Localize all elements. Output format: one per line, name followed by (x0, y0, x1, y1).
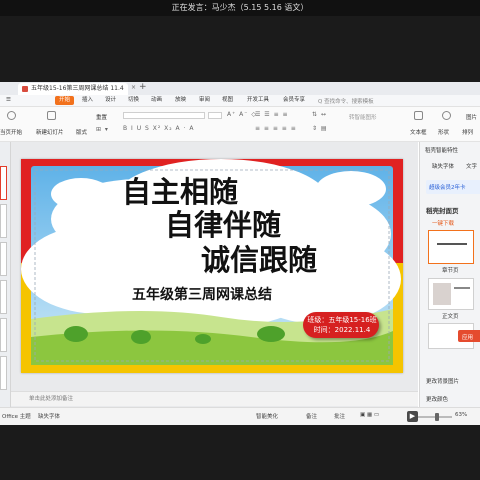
slide-thumbnail[interactable] (0, 166, 7, 200)
class-date-badge[interactable]: 班级：五年级15-16班 时间：2022.11.4 (303, 312, 379, 338)
presentation-file-icon (22, 85, 28, 92)
panel-header: 稻壳智能特性 (425, 148, 459, 154)
new-tab-icon[interactable]: + (139, 82, 147, 92)
slideshow-play-icon[interactable]: ▶ (407, 411, 418, 422)
slide-subtitle[interactable]: 五年级第三周网课总结 (132, 284, 272, 304)
arrange-button[interactable]: 排列 (462, 128, 473, 136)
theme-name: Office 主题 (2, 414, 31, 420)
play-from-current-label[interactable]: 当页开始 (0, 128, 22, 136)
view-mode-icons[interactable]: ▣ ▦ ▭ (360, 412, 379, 418)
apply-button[interactable]: 应用 (458, 330, 480, 342)
font-size-buttons-icon[interactable]: A⁺ A⁻ ◇ (227, 111, 257, 118)
slide-title-line-3[interactable]: 诚信跟随 (201, 237, 317, 279)
shape-icon[interactable] (442, 111, 451, 120)
font-family-select[interactable] (123, 112, 205, 119)
slide-thumbnail[interactable] (0, 242, 7, 276)
menu-review[interactable]: 审阅 (199, 96, 210, 105)
vip-banner-text: 超级会员2年卡 (429, 185, 466, 191)
missing-font-status[interactable]: 缺失字体 (38, 412, 60, 420)
menu-view[interactable]: 视图 (222, 96, 233, 105)
ribbon-toolbar: 当页开始 新建幻灯片 版式 重置 ⊞ ▾ A⁺ A⁻ ◇ B I U S X² … (0, 107, 480, 142)
menu-developer[interactable]: 开发工具 (247, 96, 269, 105)
document-tab-title: 五年级15-16第三周网课总结 11.4 (31, 85, 124, 92)
tab-missing-font[interactable]: 缺失字体 (432, 162, 454, 170)
meeting-top-bar: 正在发言：马少杰（5.15 5.16 语文） (0, 0, 480, 16)
badge-class-text: 班级：五年级15-16班 (307, 316, 377, 324)
reset-button[interactable]: 重置 (96, 113, 107, 121)
smart-feature-panel: 稻壳智能特性 缺失字体 文字 超级会员2年卡 稻壳封面页 一键下载 章节页 正文… (419, 142, 480, 407)
badge-date-text: 时间：2022.11.4 (313, 326, 371, 334)
template-preview-image (433, 283, 451, 305)
menu-design[interactable]: 设计 (105, 96, 116, 105)
font-size-select[interactable] (208, 112, 222, 119)
vip-banner[interactable]: 超级会员2年卡 (426, 180, 480, 194)
slide-thumbnail[interactable] (0, 318, 7, 352)
textbox-button[interactable]: 文本框 (410, 128, 427, 136)
convert-smartart-button[interactable]: 转智能图形 (349, 113, 377, 121)
status-bar: Office 主题 缺失字体 智能美化 备注 批注 ▣ ▦ ▭ ▶ 63% (0, 407, 480, 425)
zoom-level[interactable]: 63% (455, 412, 467, 418)
cover-page-title: 稻壳封面页 (426, 207, 459, 215)
slide-thumbnail[interactable] (0, 280, 7, 314)
menu-insert[interactable]: 插入 (82, 96, 93, 105)
menu-transition[interactable]: 切换 (128, 96, 139, 105)
section-tools-icon[interactable]: ⊞ ▾ (96, 126, 109, 133)
new-slide-button[interactable]: 新建幻灯片 (36, 128, 64, 136)
slide-thumbnail-panel (0, 142, 11, 407)
presentation-app-window: 五年级15-16第三周网课总结 11.4 × + ☰ 开始 插入 设计 切换 动… (0, 82, 480, 425)
tab-close-icon[interactable]: × (131, 84, 136, 91)
play-icon[interactable] (7, 111, 16, 120)
slide-canvas[interactable]: 自主相随 自律伴随 诚信跟随 五年级第三周网课总结 班级：五年级15-16班 时… (21, 159, 403, 373)
font-style-buttons-icon[interactable]: B I U S X² X₂ A · A (123, 125, 195, 132)
text-align-icon[interactable]: ⇕ ▤ (312, 125, 328, 132)
layout-button[interactable]: 版式 (76, 128, 87, 136)
menu-bar: ☰ 开始 插入 设计 切换 动画 放映 审阅 视图 开发工具 会员专享 Q 查找… (0, 95, 480, 107)
paragraph-align-icon[interactable]: ≡ ≡ ≡ ≡ ≡ (255, 125, 297, 132)
speaking-indicator: 正在发言：马少杰（5.15 5.16 语文） (171, 3, 309, 12)
slide-editing-area: 自主相随 自律伴随 诚信跟随 五年级第三周网课总结 班级：五年级15-16班 时… (11, 142, 418, 407)
template-card-content[interactable] (428, 278, 474, 310)
image-button[interactable]: 图片 (466, 113, 477, 121)
template-preview (437, 243, 467, 245)
menu-animation[interactable]: 动画 (151, 96, 162, 105)
shape-button[interactable]: 形状 (438, 128, 449, 136)
zoom-slider-handle[interactable] (435, 413, 439, 421)
template-preview (454, 287, 470, 289)
smart-beautify-button[interactable]: 智能美化 (256, 412, 278, 420)
change-color-option[interactable]: 更改颜色 (426, 395, 448, 403)
document-tab[interactable]: 五年级15-16第三周网课总结 11.4 (18, 83, 128, 95)
command-search[interactable]: Q 查找命令、搜索模板 (318, 97, 374, 105)
change-background-option[interactable]: 更改背景图片 (426, 377, 459, 385)
apply-button-label: 应用 (462, 335, 474, 341)
template-card-cover[interactable] (428, 230, 474, 264)
slide-thumbnail[interactable] (0, 356, 7, 390)
document-tab-bar: 五年级15-16第三周网课总结 11.4 × + (0, 82, 480, 95)
notes-input[interactable]: 单击此处添加备注 (11, 391, 418, 406)
tab-text[interactable]: 文字 (466, 162, 477, 170)
card-body-label: 正文页 (442, 314, 459, 320)
text-direction-icon[interactable]: ⇅ ↔ (312, 111, 327, 118)
menu-slideshow[interactable]: 放映 (175, 96, 186, 105)
file-menu-icon[interactable]: ☰ (6, 96, 11, 105)
paragraph-list-icon[interactable]: ☰ ☰ ≡ ≡ (255, 111, 289, 118)
download-link[interactable]: 一键下载 (432, 219, 454, 227)
menu-membership[interactable]: 会员专享 (283, 96, 305, 105)
slide-thumbnail[interactable] (0, 204, 7, 238)
textbox-icon[interactable] (414, 111, 423, 120)
notes-toggle[interactable]: 备注 (306, 412, 317, 420)
new-slide-icon[interactable] (47, 111, 56, 120)
menu-home[interactable]: 开始 (55, 96, 75, 105)
comment-toggle[interactable]: 批注 (334, 412, 345, 420)
card-chapter-label: 章节页 (442, 268, 459, 274)
